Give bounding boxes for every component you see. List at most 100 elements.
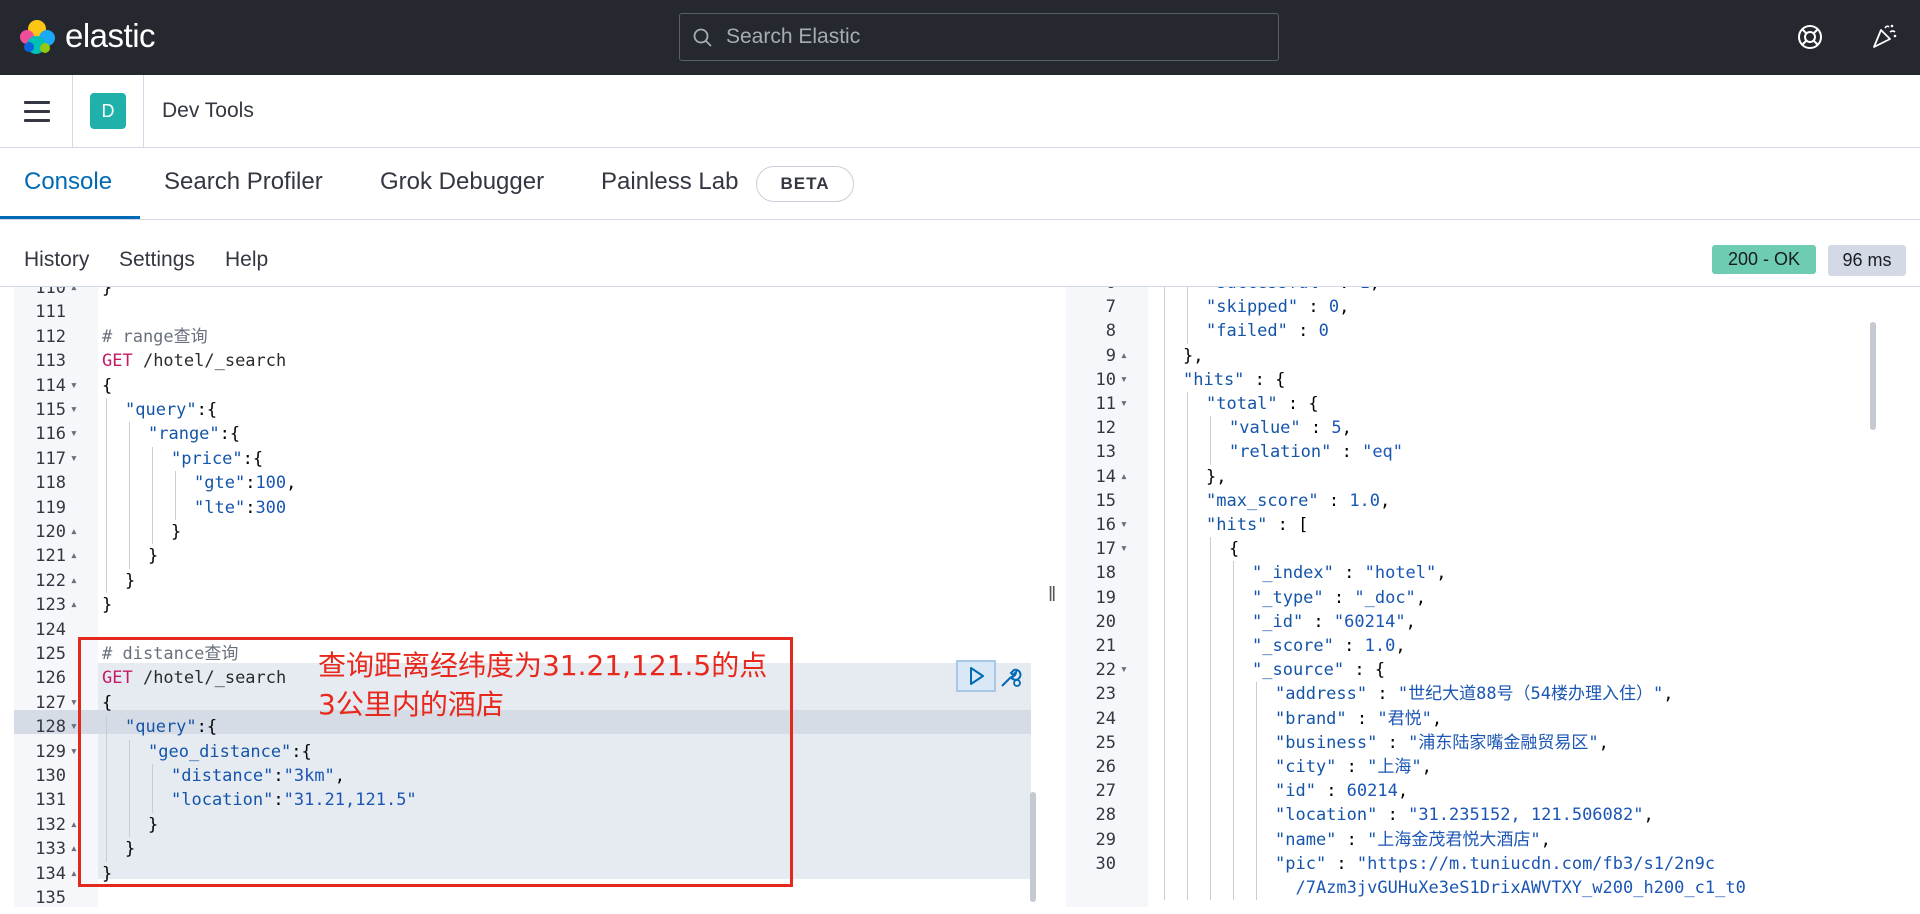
history-link[interactable]: History — [24, 248, 89, 272]
fold-close-icon[interactable]: ▴ — [70, 837, 78, 861]
code-text: "successful" : 1, — [1206, 287, 1380, 295]
tab-console[interactable]: Console — [24, 168, 112, 196]
code-token: "brand" — [1275, 708, 1347, 729]
indent-guide — [1187, 440, 1188, 465]
fold-open-icon[interactable]: ▾ — [70, 422, 78, 446]
code-token: "relation" — [1229, 442, 1332, 463]
code-line: 21 "_score" : 1.0, — [1066, 634, 1866, 659]
indent-guide — [1187, 464, 1188, 489]
top-header: elastic — [0, 0, 1920, 75]
code-line: 111 — [14, 300, 1031, 324]
indent-guide — [152, 446, 153, 472]
code-token: : { — [1244, 369, 1286, 390]
fold-close-icon[interactable]: ▴ — [1120, 344, 1128, 368]
code-token: : { — [1344, 660, 1386, 681]
fold-open-icon[interactable]: ▾ — [1120, 392, 1128, 416]
code-text: "name" : "上海金茂君悦大酒店", — [1275, 828, 1551, 852]
code-token: "hotel" — [1364, 563, 1437, 584]
indent-guide — [1256, 779, 1257, 804]
fold-open-icon[interactable]: ▾ — [1120, 513, 1128, 537]
code-token: 0 — [1318, 321, 1329, 342]
newsfeed-icon[interactable] — [1870, 22, 1898, 50]
fold-close-icon[interactable]: ▴ — [70, 813, 78, 837]
indent-guide — [1187, 609, 1188, 634]
code-token: "pic" — [1275, 853, 1327, 874]
line-number: 116 — [35, 424, 66, 445]
code-text: "pic" : "https://m.tuniucdn.com/fb3/s1/2… — [1275, 852, 1715, 876]
tab-grok-debugger[interactable]: Grok Debugger — [380, 168, 544, 196]
help-link[interactable]: Help — [225, 248, 268, 272]
indent-guide — [1210, 658, 1211, 683]
fold-open-icon[interactable]: ▾ — [70, 740, 78, 764]
code-token: }, — [1206, 466, 1227, 487]
fold-open-icon[interactable]: ▾ — [70, 398, 78, 422]
space-avatar[interactable]: D — [90, 93, 126, 129]
indent-guide — [1164, 319, 1165, 344]
indent-guide — [1256, 803, 1257, 828]
annotation-text: 查询距离经纬度为31.21,121.5的点 3公里内的酒店 — [318, 646, 798, 724]
code-token: "eq" — [1362, 442, 1404, 463]
code-token: "https://m.tuniucdn.com/fb3/s1/2n9c — [1356, 853, 1716, 874]
code-token: 60214 — [1346, 781, 1398, 802]
indent-guide — [1210, 416, 1211, 441]
code-text: "hits" : [ — [1206, 513, 1308, 537]
code-line: 113 GET /hotel/_search — [14, 349, 1031, 373]
code-text: "_type" : "_doc", — [1252, 586, 1426, 610]
indent-guide — [1256, 706, 1257, 731]
line-number: 125 — [35, 644, 66, 664]
indent-guide — [1233, 658, 1234, 683]
code-line: /7Azm3jvGUHuXe3eS1DrixAWVTXY_w200_h200_c… — [1066, 876, 1866, 901]
fold-close-icon[interactable]: ▴ — [70, 862, 78, 886]
search-input[interactable] — [726, 14, 1266, 59]
run-request-button[interactable] — [956, 660, 996, 692]
fold-open-icon[interactable]: ▾ — [70, 691, 78, 715]
code-token: { — [1229, 539, 1240, 560]
fold-open-icon[interactable]: ▾ — [1120, 368, 1128, 392]
indent-guide — [1233, 851, 1234, 876]
indent-guide — [1164, 343, 1165, 368]
fold-open-icon[interactable]: ▾ — [70, 447, 78, 471]
indent-guide — [1210, 609, 1211, 634]
tab-painless-lab[interactable]: Painless Lab — [601, 168, 738, 196]
code-line: 18 "_index" : "hotel", — [1066, 561, 1866, 586]
tab-search-profiler[interactable]: Search Profiler — [164, 168, 323, 196]
code-token: , — [1405, 611, 1416, 632]
code-token: "address" — [1275, 684, 1368, 705]
fold-close-icon[interactable]: ▴ — [70, 593, 78, 617]
code-token: "query" — [125, 400, 197, 420]
indent-guide — [1210, 730, 1211, 755]
code-token: "hits" — [1206, 515, 1268, 535]
fold-close-icon[interactable]: ▴ — [1120, 465, 1128, 489]
help-icon[interactable] — [1796, 23, 1824, 51]
fold-open-icon[interactable]: ▾ — [70, 715, 78, 739]
settings-link[interactable]: Settings — [119, 248, 195, 272]
fold-close-icon[interactable]: ▴ — [70, 520, 78, 544]
menu-icon[interactable] — [24, 101, 50, 123]
indent-guide — [1164, 609, 1165, 634]
panel-resize-handle[interactable]: ‖ — [1048, 584, 1056, 607]
code-token: { — [102, 375, 113, 396]
fold-close-icon[interactable]: ▴ — [70, 287, 78, 300]
line-number: 129 — [35, 741, 66, 762]
indent-guide — [1233, 706, 1234, 731]
indent-guide — [1187, 682, 1188, 707]
elastic-logo-icon[interactable] — [18, 18, 56, 56]
code-token: : — [1333, 636, 1365, 656]
fold-close-icon[interactable]: ▴ — [70, 569, 78, 593]
fold-close-icon[interactable]: ▴ — [70, 544, 78, 568]
fold-open-icon[interactable]: ▾ — [1120, 537, 1128, 561]
fold-open-icon[interactable]: ▾ — [1120, 658, 1128, 682]
scrollbar[interactable] — [1030, 792, 1036, 902]
scrollbar[interactable] — [1870, 322, 1876, 430]
code-token: "failed" — [1206, 321, 1288, 342]
wrench-icon[interactable] — [998, 664, 1024, 690]
code-token: , — [1397, 781, 1409, 802]
indent-guide — [152, 495, 153, 520]
code-text: }, — [1183, 344, 1203, 368]
line-number: 121 — [35, 546, 66, 567]
indent-guide — [1164, 876, 1165, 901]
fold-open-icon[interactable]: ▾ — [70, 374, 78, 398]
active-tab-indicator — [0, 216, 140, 219]
global-search[interactable] — [679, 13, 1279, 61]
indent-guide — [129, 544, 130, 569]
